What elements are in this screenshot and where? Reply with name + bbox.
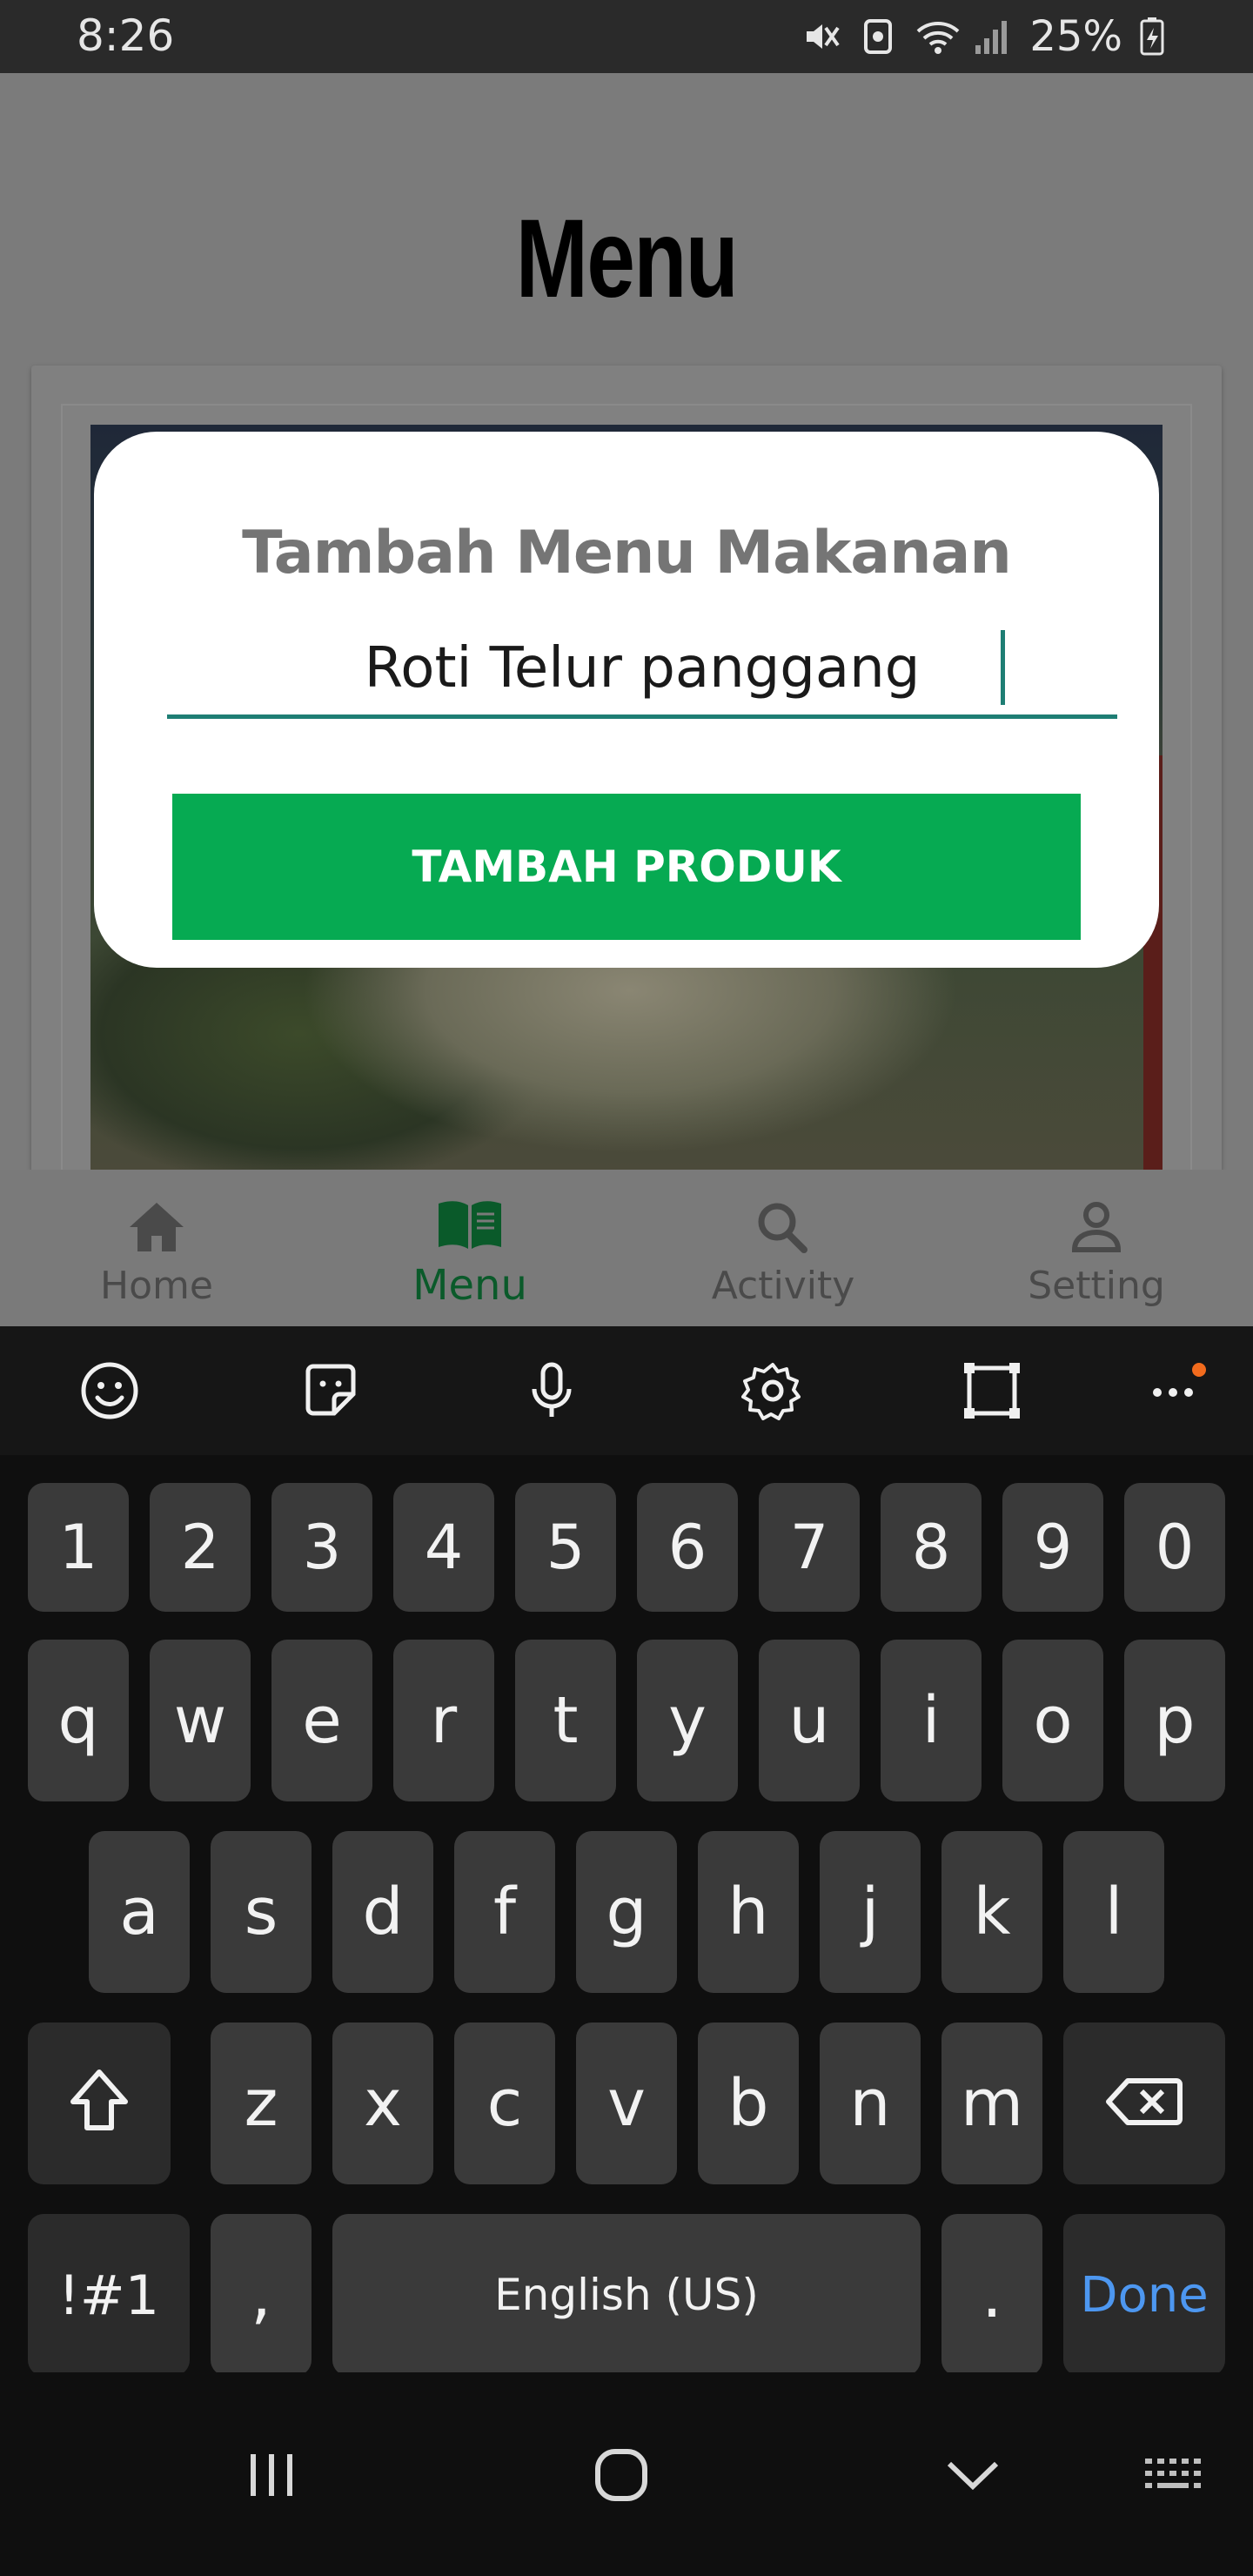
key-k[interactable]: k xyxy=(941,1831,1042,1993)
done-key[interactable]: Done xyxy=(1063,2214,1225,2376)
home-icon xyxy=(122,1196,191,1258)
shift-icon xyxy=(68,2067,131,2140)
key-2[interactable]: 2 xyxy=(150,1483,251,1612)
person-icon xyxy=(1062,1196,1131,1258)
key-q[interactable]: q xyxy=(28,1640,129,1801)
symbols-key[interactable]: !#1 xyxy=(28,2214,190,2376)
nav-item-home[interactable]: Home xyxy=(0,1170,313,1326)
key-a[interactable]: a xyxy=(89,1831,190,1993)
search-icon xyxy=(748,1196,818,1258)
key-d[interactable]: d xyxy=(332,1831,433,1993)
keyboard-icon xyxy=(1142,2453,1208,2501)
key-s[interactable]: s xyxy=(211,1831,312,1993)
settings-icon[interactable] xyxy=(738,1356,807,1426)
recents-icon xyxy=(241,2449,302,2506)
dialog-title: Tambah Menu Makanan xyxy=(242,519,1012,587)
home-nav-button[interactable] xyxy=(578,2442,665,2512)
key-j[interactable]: j xyxy=(820,1831,921,1993)
nav-label-setting: Setting xyxy=(1028,1263,1165,1308)
signal-icon xyxy=(972,16,1014,57)
status-time: 8:26 xyxy=(77,10,175,61)
key-r[interactable]: r xyxy=(393,1640,494,1801)
nav-label-activity: Activity xyxy=(711,1263,855,1308)
more-icon[interactable] xyxy=(1143,1356,1213,1426)
keyboard-keys: 1 2 3 4 5 6 7 8 9 0 q w e r t y u i o p … xyxy=(0,1455,1253,2376)
key-e[interactable]: e xyxy=(271,1640,372,1801)
sticker-icon[interactable] xyxy=(296,1356,365,1426)
key-z[interactable]: z xyxy=(211,2023,312,2184)
key-3[interactable]: 3 xyxy=(271,1483,372,1612)
key-x[interactable]: x xyxy=(332,2023,433,2184)
key-5[interactable]: 5 xyxy=(515,1483,616,1612)
nav-label-menu: Menu xyxy=(412,1261,527,1310)
text-cursor xyxy=(1001,630,1005,705)
key-1[interactable]: 1 xyxy=(28,1483,129,1612)
key-9[interactable]: 9 xyxy=(1002,1483,1103,1612)
add-menu-dialog: Tambah Menu Makanan TAMBAH PRODUK xyxy=(94,432,1159,968)
mic-icon[interactable] xyxy=(517,1356,586,1426)
keyboard-toolbar xyxy=(0,1326,1253,1455)
key-p[interactable]: p xyxy=(1124,1640,1225,1801)
recents-button[interactable] xyxy=(228,2442,315,2512)
wifi-icon xyxy=(915,16,960,57)
comma-key[interactable]: , xyxy=(211,2214,312,2376)
key-7[interactable]: 7 xyxy=(759,1483,860,1612)
battery-percent: 25% xyxy=(1029,12,1122,61)
nav-item-activity[interactable]: Activity xyxy=(626,1170,940,1326)
chevron-down-icon xyxy=(942,2453,1003,2501)
nav-item-setting[interactable]: Setting xyxy=(940,1170,1253,1326)
key-l[interactable]: l xyxy=(1063,1831,1164,1993)
key-n[interactable]: n xyxy=(820,2023,921,2184)
keyboard: 1 2 3 4 5 6 7 8 9 0 q w e r t y u i o p … xyxy=(0,1326,1253,2376)
bottom-nav: Home Menu Activity Setting xyxy=(0,1170,1253,1326)
key-4[interactable]: 4 xyxy=(393,1483,494,1612)
space-key[interactable]: English (US) xyxy=(332,2214,921,2376)
key-u[interactable]: u xyxy=(759,1640,860,1801)
backspace-key[interactable] xyxy=(1063,2023,1225,2184)
key-8[interactable]: 8 xyxy=(881,1483,982,1612)
status-bar: 8:26 25% xyxy=(0,0,1253,73)
nav-label-home: Home xyxy=(100,1263,213,1308)
page-title: Menu xyxy=(515,197,739,321)
system-nav-bar xyxy=(0,2372,1253,2576)
key-v[interactable]: v xyxy=(576,2023,677,2184)
key-w[interactable]: w xyxy=(150,1640,251,1801)
period-key[interactable]: . xyxy=(941,2214,1042,2376)
key-g[interactable]: g xyxy=(576,1831,677,1993)
shift-key[interactable] xyxy=(28,2023,171,2184)
add-product-button[interactable]: TAMBAH PRODUK xyxy=(172,794,1081,940)
key-o[interactable]: o xyxy=(1002,1640,1103,1801)
resize-icon[interactable] xyxy=(957,1356,1027,1426)
menu-name-input[interactable] xyxy=(167,621,1117,719)
backspace-icon xyxy=(1105,2076,1183,2131)
nav-item-menu[interactable]: Menu xyxy=(313,1170,626,1326)
mute-vibrate-icon xyxy=(800,16,841,57)
book-icon xyxy=(435,1193,505,1256)
key-0[interactable]: 0 xyxy=(1124,1483,1225,1612)
key-b[interactable]: b xyxy=(698,2023,799,2184)
key-t[interactable]: t xyxy=(515,1640,616,1801)
key-6[interactable]: 6 xyxy=(637,1483,738,1612)
keyboard-switch-button[interactable] xyxy=(1131,2442,1218,2512)
nfc-icon xyxy=(857,16,899,57)
emoji-icon[interactable] xyxy=(75,1356,144,1426)
status-icons: 25% xyxy=(800,10,1180,63)
key-y[interactable]: y xyxy=(637,1640,738,1801)
back-nav-button[interactable] xyxy=(929,2442,1016,2512)
key-m[interactable]: m xyxy=(941,2023,1042,2184)
key-i[interactable]: i xyxy=(881,1640,982,1801)
key-f[interactable]: f xyxy=(454,1831,555,1993)
key-h[interactable]: h xyxy=(698,1831,799,1993)
home-nav-icon xyxy=(591,2445,652,2510)
battery-charging-icon xyxy=(1138,16,1180,57)
key-c[interactable]: c xyxy=(454,2023,555,2184)
